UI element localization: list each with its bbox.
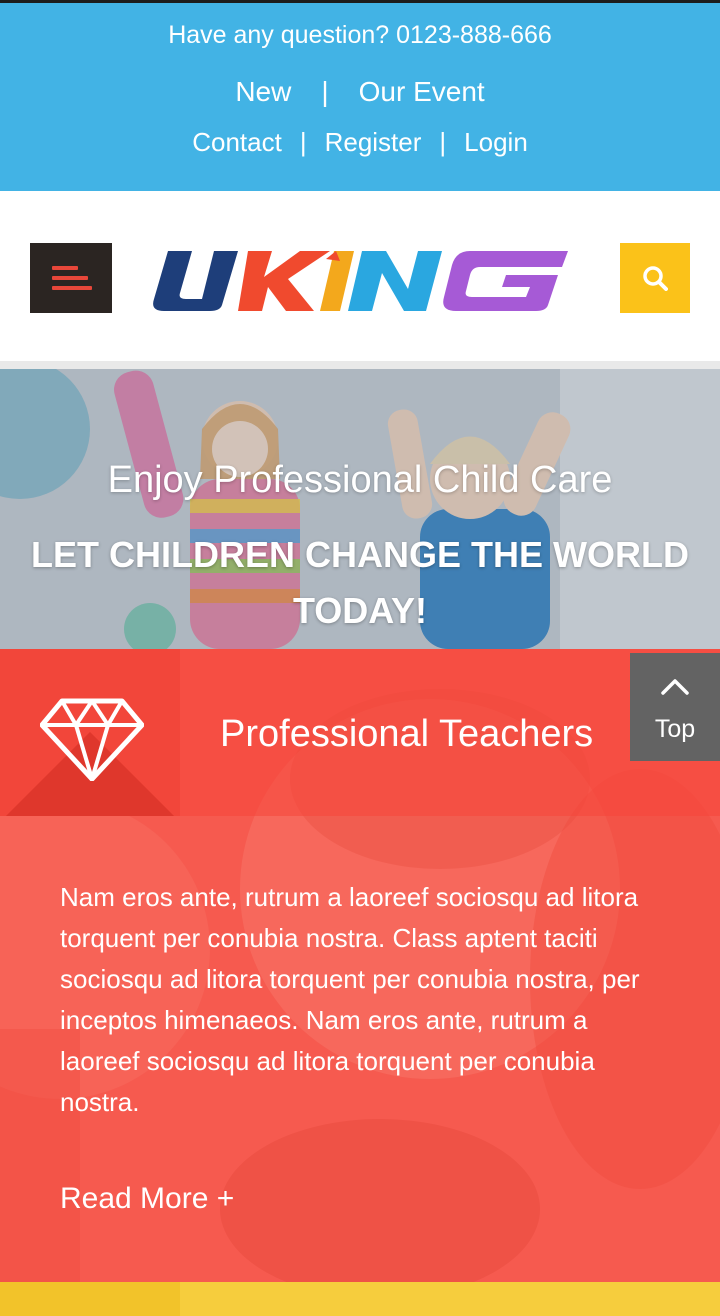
nav-link-our-event[interactable]: Our Event [359,76,485,107]
hamburger-menu-button[interactable] [30,243,112,313]
nav-link-login[interactable]: Login [464,127,528,157]
chevron-up-icon [661,679,689,695]
hamburger-icon [52,266,78,270]
hero-subtitle: Enjoy Professional Child Care [107,459,613,501]
search-icon [643,266,668,291]
feature-description: Nam eros ante, rutrum a laoreef sociosqu… [60,882,640,1117]
feature-icon-box [0,649,180,816]
nav-link-register[interactable]: Register [325,127,422,157]
top-info-bar: Have any question? 0123-888-666 New | Our … [0,0,720,191]
top-nav-row-1: New | Our Event [0,76,720,108]
search-button[interactable] [620,243,690,313]
hamburger-icon-line [52,286,92,290]
nav-link-new[interactable]: New [235,76,291,107]
feature-title: Professional Teachers [220,713,594,755]
read-more-link[interactable]: Read More + [60,1182,234,1216]
contact-question: Have any question? 0123-888-666 [168,21,552,49]
nav-link-contact[interactable]: Contact [192,127,282,157]
back-to-top-button[interactable]: Top [630,653,720,761]
back-to-top-label: Top [654,715,696,743]
hero-title: LET CHILDREN CHANGE THE WORLD TODAY! [31,534,689,631]
diamond-icon [40,698,144,781]
nav-separator: | [439,127,447,157]
feature-section: Professional Teachers Nam eros ante, rut… [0,649,720,1282]
next-section-strip [0,1282,720,1316]
nav-separator: | [299,127,307,157]
hamburger-icon-line [52,276,88,280]
nav-separator: | [321,76,329,107]
top-nav-row-2: Contact | Register | Login [0,127,720,158]
site-header [0,191,720,361]
site-logo[interactable] [150,247,570,313]
next-section-strip-inner [180,1282,720,1316]
hero-banner: Enjoy Professional Child Care LET CHILDR… [0,369,720,649]
header-divider [0,361,720,369]
